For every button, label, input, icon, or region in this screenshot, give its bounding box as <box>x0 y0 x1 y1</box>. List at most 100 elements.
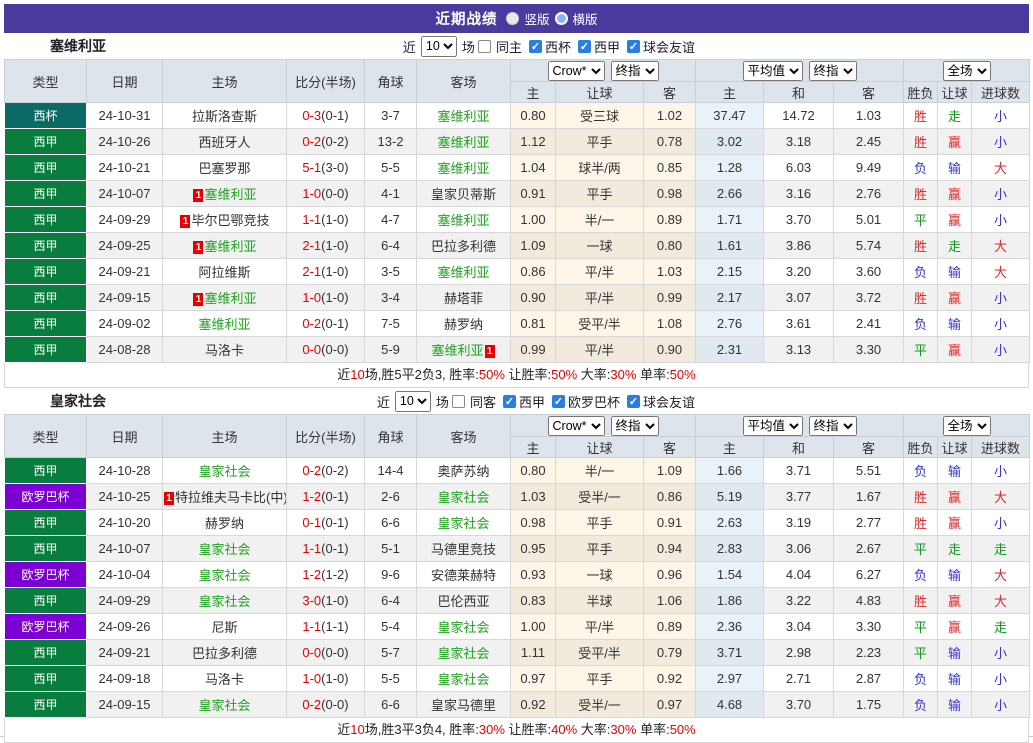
summary-value: 50% <box>669 722 696 737</box>
table-row: 西甲 24-08-28 马洛卡 0-0(0-0) 5-9 塞维利亚 1 0.99 平/半 0.90… <box>4 336 1031 363</box>
home-team-name: 巴拉多利德 <box>192 646 257 661</box>
odds-home-cell: 0.97 <box>510 665 556 692</box>
odds-time-select-1[interactable]: 终指 <box>610 60 659 81</box>
filter-checkbox-3[interactable]: ✓ <box>577 39 591 53</box>
summary-value: 50% <box>669 367 696 382</box>
home-cell: 尼斯 <box>162 613 287 640</box>
avg-home-cell: 37.47 <box>695 102 765 129</box>
score-cell: 1-0(1-0) <box>286 665 365 692</box>
results-table: 类型 日期 主场 比分(半场) 角球 客场 Crow* 终指 平均值 终指 全场主让球客主和客胜负让… <box>4 414 1031 718</box>
home-team-text: 尼斯 <box>211 620 238 635</box>
corners-cell: 5-7 <box>364 639 417 666</box>
fulltime-select[interactable]: 全场 <box>942 415 991 436</box>
average-select[interactable]: 平均值 <box>742 60 803 81</box>
filter-checkbox-4[interactable]: ✓ <box>626 394 640 408</box>
avg-draw-cell: 6.03 <box>763 154 835 181</box>
score-cell: 2-1(1-0) <box>286 258 365 285</box>
away-team-name: 奥萨苏纳 <box>437 464 489 479</box>
odds-company-select[interactable]: Crow* <box>547 415 605 436</box>
red-card-badge: 1 <box>193 293 204 306</box>
odds-handicap-cell: 受平/半 <box>555 639 644 666</box>
away-cell: 塞维利亚 1 <box>416 336 511 363</box>
vertical-layout-radio[interactable] <box>506 12 520 25</box>
away-team-text: 皇家社会 <box>437 620 490 635</box>
away-team-text: 皇家社会 <box>437 490 490 505</box>
filter-label-2: 西杯 <box>544 39 571 55</box>
fulltime-score: 0-0 <box>302 342 322 357</box>
date-cell: 24-09-25 <box>86 232 163 259</box>
date-cell: 24-09-21 <box>86 639 163 666</box>
average-select[interactable]: 平均值 <box>742 415 803 436</box>
corners-cell: 4-7 <box>364 206 417 233</box>
odds-away-cell: 0.79 <box>642 639 697 666</box>
corners-cell: 5-1 <box>364 535 417 562</box>
sub-header-9: 进球数 <box>971 436 1031 458</box>
league-cell: 欧罗巴杯 <box>4 483 87 510</box>
recent-label-suffix: 场 <box>461 39 475 55</box>
home-team-text: 皇家社会 <box>198 568 251 583</box>
column-header-1: 类型 <box>4 59 87 103</box>
filter-checkbox-3[interactable]: ✓ <box>551 394 565 408</box>
home-team-text: 毕尔巴鄂竞技 <box>191 213 270 228</box>
home-team-name: 西班牙人 <box>198 135 250 150</box>
corners-cell: 6-6 <box>364 509 417 536</box>
filter-checkbox-1[interactable] <box>477 39 491 53</box>
result-goals-cell: 小 <box>971 336 1031 363</box>
result-handicap-cell: 赢 <box>937 483 973 510</box>
fulltime-score: 1-1 <box>302 619 322 634</box>
filter-checkbox-2[interactable]: ✓ <box>502 394 516 408</box>
away-team-text: 塞维利亚 <box>437 213 490 228</box>
sections-container: 塞维利亚近 10 场同主 ✓ 西杯 ✓ 西甲 ✓ 球会友谊 类型 日期 主场 比分(半场) 角球 客场 Cro… <box>4 33 1031 743</box>
halftime-score: (0-0) <box>321 697 349 712</box>
fulltime-select[interactable]: 全场 <box>942 60 991 81</box>
horizontal-layout-radio[interactable] <box>554 12 568 25</box>
league-cell: 西甲 <box>4 509 87 536</box>
filter-checkbox-1[interactable] <box>451 394 465 408</box>
odds-home-cell: 0.93 <box>510 561 556 588</box>
away-cell: 皇家社会 <box>416 483 511 510</box>
column-header-6: 客场 <box>416 59 511 103</box>
date-cell: 24-09-15 <box>86 284 163 311</box>
corners-cell: 2-6 <box>364 483 417 510</box>
date-cell: 24-09-29 <box>86 587 163 614</box>
score-cell: 1-0(0-0) <box>286 180 365 207</box>
corners-cell: 5-5 <box>364 154 417 181</box>
odds-time-select-2[interactable]: 终指 <box>808 415 857 436</box>
recent-count-select[interactable]: 10 <box>394 390 431 412</box>
halftime-score: (0-1) <box>321 489 349 504</box>
odds-time-select-2[interactable]: 终指 <box>808 60 857 81</box>
away-team-name: 皇家马德里 <box>431 698 496 713</box>
result-goals-cell: 小 <box>971 691 1031 718</box>
fulltime-score: 0-2 <box>302 134 322 149</box>
result-goals-cell: 大 <box>971 258 1031 285</box>
result-goals-cell: 走 <box>971 535 1031 562</box>
corners-cell: 5-5 <box>364 665 417 692</box>
avg-away-cell: 2.67 <box>833 535 905 562</box>
avg-home-cell: 1.28 <box>695 154 765 181</box>
odds-handicap-cell: 平手 <box>555 665 644 692</box>
odds-handicap-cell: 一球 <box>555 561 644 588</box>
avg-home-cell: 2.76 <box>695 310 765 337</box>
avg-draw-cell: 3.13 <box>763 336 835 363</box>
odds-company-select[interactable]: Crow* <box>547 60 605 81</box>
away-cell: 皇家社会 <box>416 509 511 536</box>
filter-checkbox-4[interactable]: ✓ <box>626 39 640 53</box>
filter-checkbox-2[interactable]: ✓ <box>528 39 542 53</box>
recent-count-select[interactable]: 10 <box>420 35 457 57</box>
summary-text: 大率: <box>577 367 611 382</box>
summary-value: 30% <box>610 367 637 382</box>
result-goals-cell: 大 <box>971 587 1031 614</box>
column-header-4: 比分(半场) <box>286 59 365 103</box>
table-row: 西甲 24-09-29 皇家社会 3-0(1-0) 6-4 巴伦西亚 0.83 半球 1.06 1… <box>4 587 1031 614</box>
away-team-name: 皇家社会 <box>437 516 489 531</box>
odds-handicap-cell: 平/半 <box>555 284 644 311</box>
result-winloss-cell: 负 <box>903 310 939 337</box>
avg-draw-cell: 2.98 <box>763 639 835 666</box>
filter-label-3: 西甲 <box>593 39 620 55</box>
corners-cell: 3-5 <box>364 258 417 285</box>
odds-time-select-1[interactable]: 终指 <box>610 415 659 436</box>
avg-draw-cell: 3.18 <box>763 128 835 155</box>
odds-home-cell: 1.04 <box>510 154 556 181</box>
home-cell: 马洛卡 <box>162 665 287 692</box>
odds-home-cell: 0.80 <box>510 457 556 484</box>
